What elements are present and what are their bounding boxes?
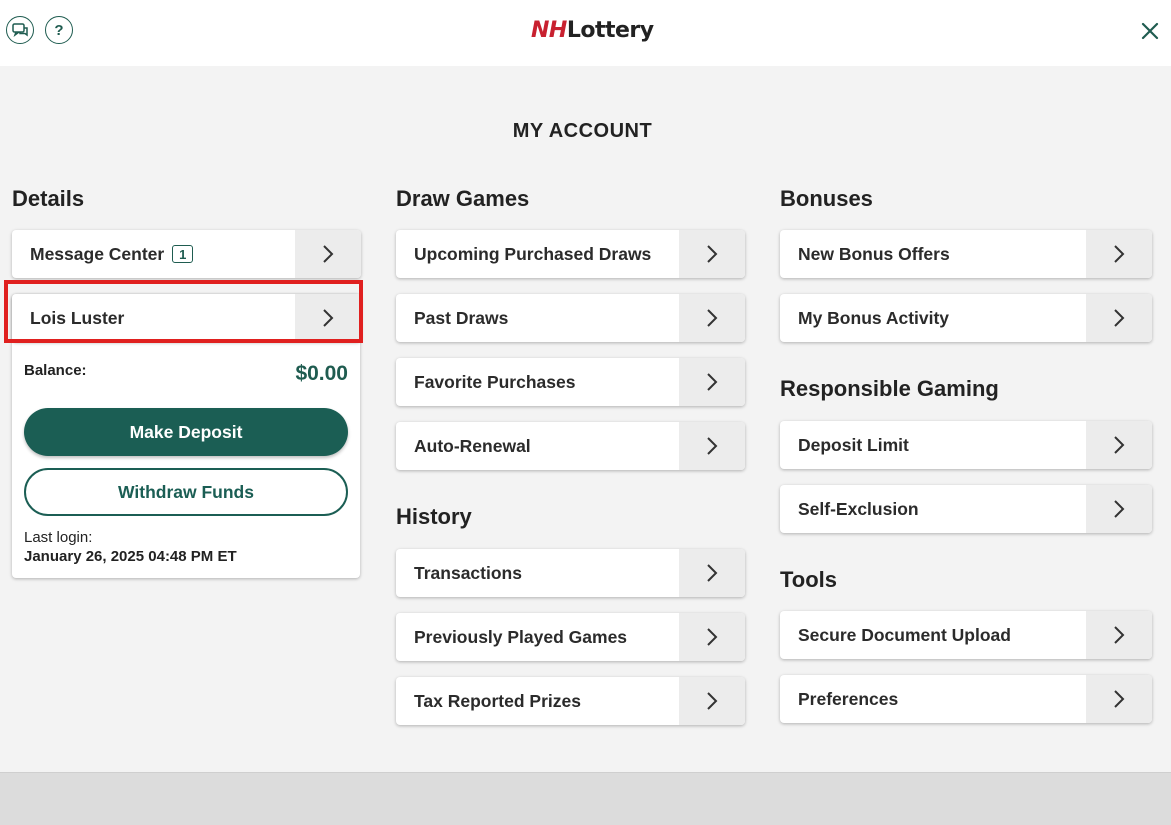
menu-item-label: Previously Played Games: [414, 626, 628, 647]
help-icon[interactable]: ?: [45, 16, 73, 44]
menu-item-label: Deposit Limit: [798, 434, 909, 455]
history-heading: History: [396, 504, 472, 529]
chevron-right-icon[interactable]: [295, 230, 361, 278]
help-glyph: ?: [54, 21, 64, 39]
menu-item-label: Transactions: [414, 562, 522, 583]
chevron-right-icon[interactable]: [1086, 675, 1152, 723]
chevron-right-icon[interactable]: [1086, 421, 1152, 469]
chevron-right-icon[interactable]: [1086, 230, 1152, 278]
top-bar: ? NH Lottery: [0, 0, 1171, 66]
chevron-right-icon[interactable]: [679, 613, 745, 661]
logo-nh-text: NH: [531, 17, 567, 43]
make-deposit-button[interactable]: Make Deposit: [24, 408, 348, 456]
message-center-label-wrap: Message Center 1: [12, 230, 295, 278]
message-count-badge: 1: [172, 245, 194, 263]
withdraw-funds-button[interactable]: Withdraw Funds: [24, 468, 348, 516]
bonuses-heading: Bonuses: [780, 186, 873, 211]
chevron-right-icon[interactable]: [1086, 485, 1152, 533]
menu-item-transactions[interactable]: Transactions: [396, 549, 745, 597]
responsible-gaming-heading: Responsible Gaming: [780, 376, 999, 401]
menu-item-tax-reported-prizes[interactable]: Tax Reported Prizes: [396, 677, 745, 725]
message-center-label: Message Center: [30, 243, 165, 264]
menu-item-deposit-limit[interactable]: Deposit Limit: [780, 421, 1152, 469]
menu-item-label: My Bonus Activity: [798, 307, 950, 328]
menu-item-auto-renewal[interactable]: Auto-Renewal: [396, 422, 745, 470]
menu-item-label: Favorite Purchases: [414, 371, 576, 392]
chevron-right-icon[interactable]: [679, 549, 745, 597]
message-center-row[interactable]: Message Center 1: [12, 230, 361, 278]
menu-item-new-bonus-offers[interactable]: New Bonus Offers: [780, 230, 1152, 278]
chevron-right-icon[interactable]: [1086, 294, 1152, 342]
chevron-right-icon[interactable]: [1086, 611, 1152, 659]
menu-item-secure-document-upload[interactable]: Secure Document Upload: [780, 611, 1152, 659]
menu-item-label: Secure Document Upload: [798, 624, 1011, 645]
menu-item-label: Self-Exclusion: [798, 498, 919, 519]
menu-item-upcoming-purchased-draws[interactable]: Upcoming Purchased Draws: [396, 230, 745, 278]
chevron-right-icon[interactable]: [679, 230, 745, 278]
last-login-label: Last login:: [24, 529, 93, 546]
highlight-box: [4, 280, 363, 343]
footer-band: [0, 772, 1171, 825]
menu-item-label: Preferences: [798, 688, 899, 709]
menu-item-label: Upcoming Purchased Draws: [414, 243, 652, 264]
menu-item-preferences[interactable]: Preferences: [780, 675, 1152, 723]
menu-item-previously-played-games[interactable]: Previously Played Games: [396, 613, 745, 661]
chat-icon[interactable]: [6, 16, 34, 44]
menu-item-past-draws[interactable]: Past Draws: [396, 294, 745, 342]
tools-heading: Tools: [780, 567, 838, 592]
balance-value: $0.00: [295, 362, 348, 385]
last-login-value: January 26, 2025 04:48 PM ET: [24, 548, 237, 565]
balance-label: Balance:: [24, 362, 87, 379]
page-title: MY ACCOUNT: [512, 120, 653, 142]
menu-item-label: Auto-Renewal: [414, 435, 531, 456]
menu-item-label: Tax Reported Prizes: [414, 690, 581, 711]
close-icon[interactable]: [1138, 19, 1162, 43]
chevron-right-icon[interactable]: [679, 422, 745, 470]
logo-lottery-text: Lottery: [566, 17, 654, 43]
menu-item-my-bonus-activity[interactable]: My Bonus Activity: [780, 294, 1152, 342]
nh-lottery-logo[interactable]: NH Lottery: [531, 16, 654, 44]
menu-item-favorite-purchases[interactable]: Favorite Purchases: [396, 358, 745, 406]
menu-item-label: Past Draws: [414, 307, 509, 328]
details-heading: Details: [12, 186, 85, 211]
chevron-right-icon[interactable]: [679, 294, 745, 342]
chevron-right-icon[interactable]: [679, 358, 745, 406]
menu-item-label: New Bonus Offers: [798, 243, 950, 264]
chevron-right-icon[interactable]: [679, 677, 745, 725]
menu-item-self-exclusion[interactable]: Self-Exclusion: [780, 485, 1152, 533]
draw-games-heading: Draw Games: [396, 186, 530, 211]
